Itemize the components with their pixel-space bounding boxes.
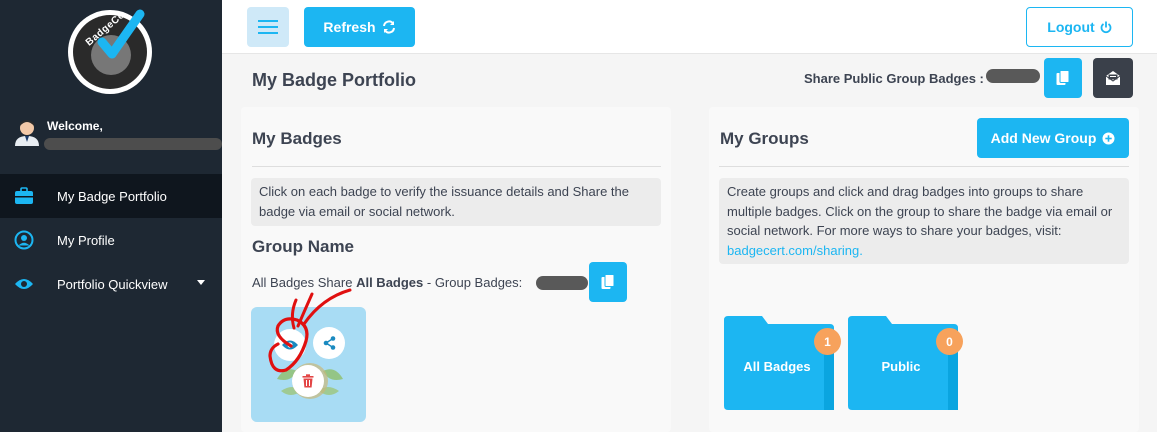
folder-label: All Badges (743, 359, 811, 374)
copy-group-link-button[interactable] (589, 262, 627, 302)
refresh-button[interactable]: Refresh (304, 7, 415, 47)
badge-count: 1 (814, 328, 841, 355)
refresh-label: Refresh (323, 19, 376, 35)
view-badge-button[interactable] (274, 329, 306, 361)
my-groups-info: Create groups and click and drag badges … (719, 178, 1129, 264)
add-group-label: Add New Group (990, 130, 1097, 146)
divider (252, 166, 661, 167)
refresh-icon (382, 20, 395, 34)
my-badges-title: My Badges (252, 129, 342, 148)
sharing-link[interactable]: badgecert.com/sharing. (727, 243, 863, 258)
add-new-group-button[interactable]: Add New Group (977, 118, 1129, 158)
share-icon (323, 336, 335, 350)
badge-tile[interactable] (251, 307, 366, 422)
group-folder-public[interactable]: Public 0 (848, 316, 963, 410)
redacted-username (44, 138, 222, 150)
sidebar-item-portfolio-quickview[interactable]: Portfolio Quickview (0, 262, 222, 306)
chevron-down-icon[interactable] (197, 280, 205, 285)
logout-label: Logout (1047, 19, 1095, 35)
eye-icon (282, 340, 298, 350)
power-icon (1100, 21, 1112, 33)
trash-icon (302, 374, 314, 388)
copy-icon (1056, 70, 1070, 85)
copy-icon (601, 274, 615, 289)
sidebar-item-label: My Profile (57, 232, 115, 248)
my-badges-info: Click on each badge to verify the issuan… (251, 178, 661, 226)
redacted-public-link (986, 69, 1040, 83)
user-circle-icon (14, 230, 34, 250)
sidebar-item-my-badge-portfolio[interactable]: My Badge Portfolio (0, 174, 222, 218)
sidebar-nav: My Badge Portfolio My Profile Portfolio … (0, 174, 222, 306)
badgecert-logo[interactable]: BadgeCert (68, 9, 152, 94)
logo-checkmark-icon (97, 9, 145, 59)
group-share-line: All Badges Share All Badges - Group Badg… (252, 275, 523, 290)
share-badge-button[interactable] (313, 327, 345, 359)
welcome-label: Welcome, (47, 119, 103, 133)
copy-public-link-button[interactable] (1044, 58, 1082, 98)
briefcase-icon (14, 186, 34, 206)
sidebar-item-label: Portfolio Quickview (57, 276, 168, 292)
plus-circle-icon (1102, 132, 1115, 144)
group-name-heading: Group Name (252, 237, 355, 256)
group-folder-all-badges[interactable]: All Badges 1 (724, 316, 841, 410)
menu-toggle-button[interactable] (247, 7, 289, 47)
folder-label: Public (881, 359, 921, 374)
public-badges-settings-button[interactable] (1093, 58, 1133, 98)
page-title: My Badge Portfolio (252, 70, 417, 90)
logout-button[interactable]: Logout (1026, 7, 1133, 47)
share-public-label: Share Public Group Badges : (804, 71, 984, 86)
delete-badge-button[interactable] (292, 365, 324, 397)
user-greeting: Welcome, (14, 116, 222, 152)
sidebar-item-label: My Badge Portfolio (57, 188, 167, 204)
redacted-group-link (536, 276, 588, 290)
top-bar: Refresh Logout (222, 0, 1157, 54)
eye-icon (14, 274, 34, 294)
user-avatar-icon (15, 120, 39, 146)
divider (719, 166, 1129, 167)
envelope-open-icon (1105, 71, 1121, 85)
sidebar-item-my-profile[interactable]: My Profile (0, 218, 222, 262)
badge-count: 0 (936, 328, 963, 355)
my-groups-title: My Groups (720, 129, 809, 148)
sidebar: BadgeCert Welcome, My Badge Portfolio My… (0, 0, 222, 432)
hamburger-icon (258, 20, 278, 34)
